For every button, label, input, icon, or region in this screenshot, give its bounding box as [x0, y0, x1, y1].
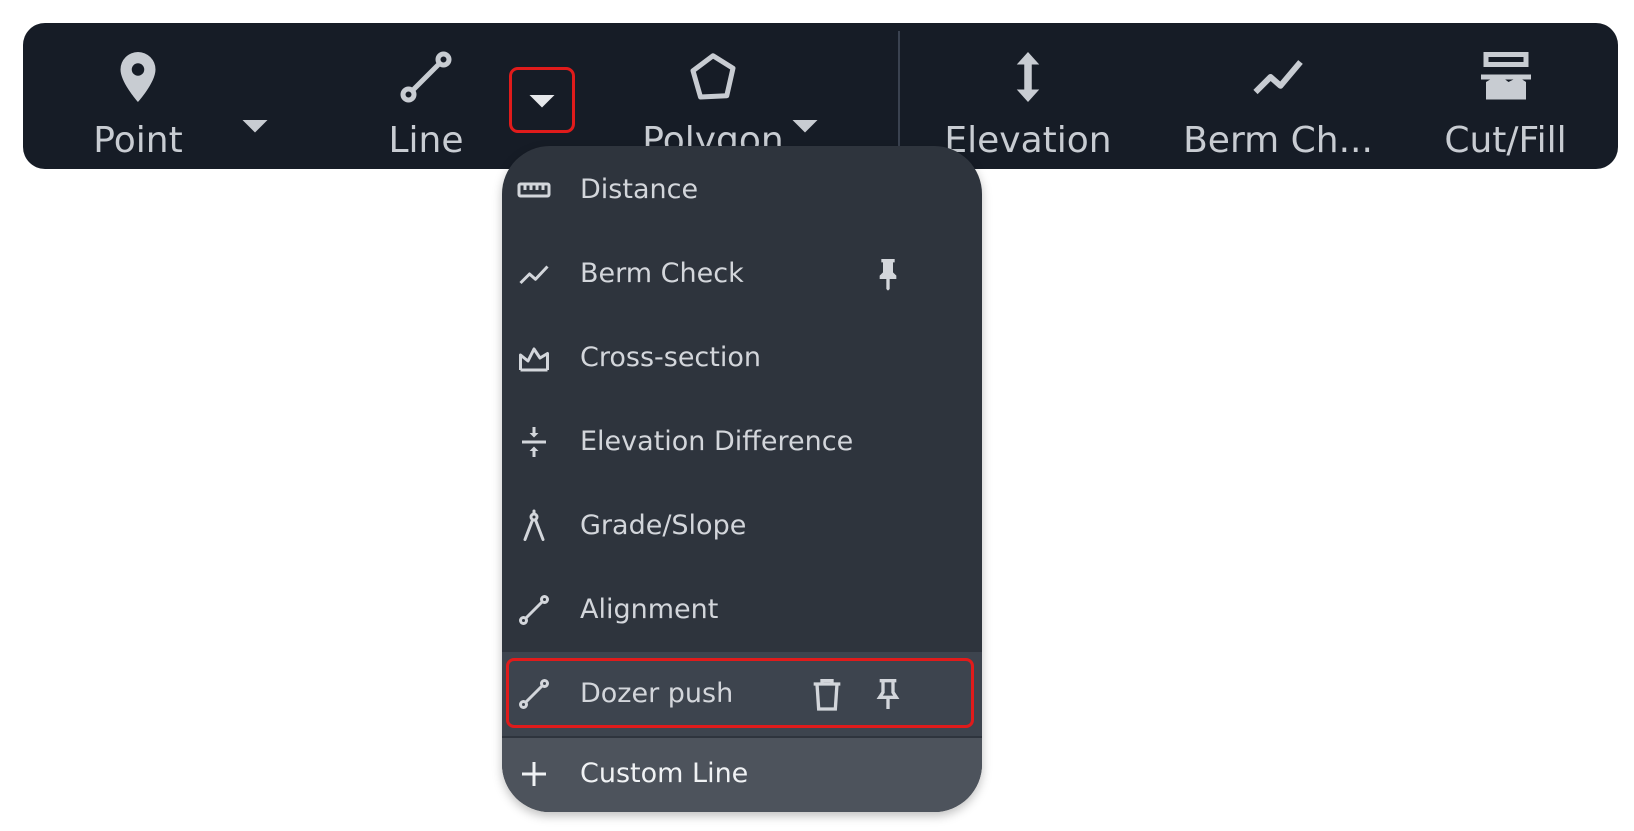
plus-icon	[516, 756, 552, 792]
cut-fill-icon	[1476, 47, 1536, 107]
caret-down-icon	[225, 120, 285, 159]
compass-icon	[516, 508, 552, 544]
menu-item-label: Cross-section	[580, 342, 761, 373]
map-pin-icon	[108, 47, 168, 107]
menu-item-label: Distance	[580, 174, 699, 205]
custom-line-button[interactable]: Custom Line	[502, 738, 982, 812]
menu-item-label: Berm Check	[580, 258, 744, 289]
cut-fill-tool-label: Cut/Fill	[1444, 120, 1567, 161]
cut-fill-tool-button[interactable]: Cut/Fill	[1423, 23, 1588, 169]
line-tool-icon	[516, 592, 552, 628]
line-tool-label: Line	[388, 120, 464, 161]
line-measurement-menu: Distance Berm Check Cross-section Elevat…	[502, 146, 982, 812]
menu-item-label: Dozer push	[580, 678, 734, 709]
ruler-icon	[516, 172, 552, 208]
cross-section-icon	[516, 340, 552, 376]
trend-line-icon	[516, 256, 552, 292]
toolbar-divider	[898, 31, 900, 163]
pin-icon[interactable]	[868, 254, 908, 294]
menu-item-distance[interactable]: Distance	[502, 148, 982, 232]
caret-down-icon	[512, 95, 572, 134]
menu-item-label: Elevation Difference	[580, 426, 854, 457]
line-tool-button[interactable]: Line	[351, 23, 501, 169]
menu-item-label: Grade/Slope	[580, 510, 747, 541]
menu-item-grade-slope[interactable]: Grade/Slope	[502, 484, 982, 568]
trash-icon[interactable]	[807, 674, 847, 714]
trend-line-icon	[1248, 47, 1308, 107]
menu-item-dozer-push[interactable]: Dozer push	[502, 652, 982, 736]
point-tool-label: Point	[93, 120, 183, 161]
pin-icon[interactable]	[868, 674, 908, 714]
polygon-icon	[683, 47, 743, 107]
menu-item-cross-section[interactable]: Cross-section	[502, 316, 982, 400]
menu-item-elevation-difference[interactable]: Elevation Difference	[502, 400, 982, 484]
line-tool-icon	[516, 676, 552, 712]
berm-check-tool-label: Berm Ch...	[1183, 120, 1373, 161]
point-dropdown-button[interactable]	[225, 95, 285, 155]
line-dropdown-button[interactable]	[509, 67, 575, 133]
point-tool-button[interactable]: Point	[63, 23, 213, 169]
berm-check-tool-button[interactable]: Berm Ch...	[1163, 23, 1393, 169]
custom-line-label: Custom Line	[580, 758, 749, 789]
menu-item-berm-check[interactable]: Berm Check	[502, 232, 982, 316]
elevation-difference-icon	[516, 424, 552, 460]
vertical-arrows-icon	[998, 47, 1058, 107]
line-tool-icon	[396, 47, 456, 107]
menu-item-label: Alignment	[580, 594, 719, 625]
menu-item-alignment[interactable]: Alignment	[502, 568, 982, 652]
